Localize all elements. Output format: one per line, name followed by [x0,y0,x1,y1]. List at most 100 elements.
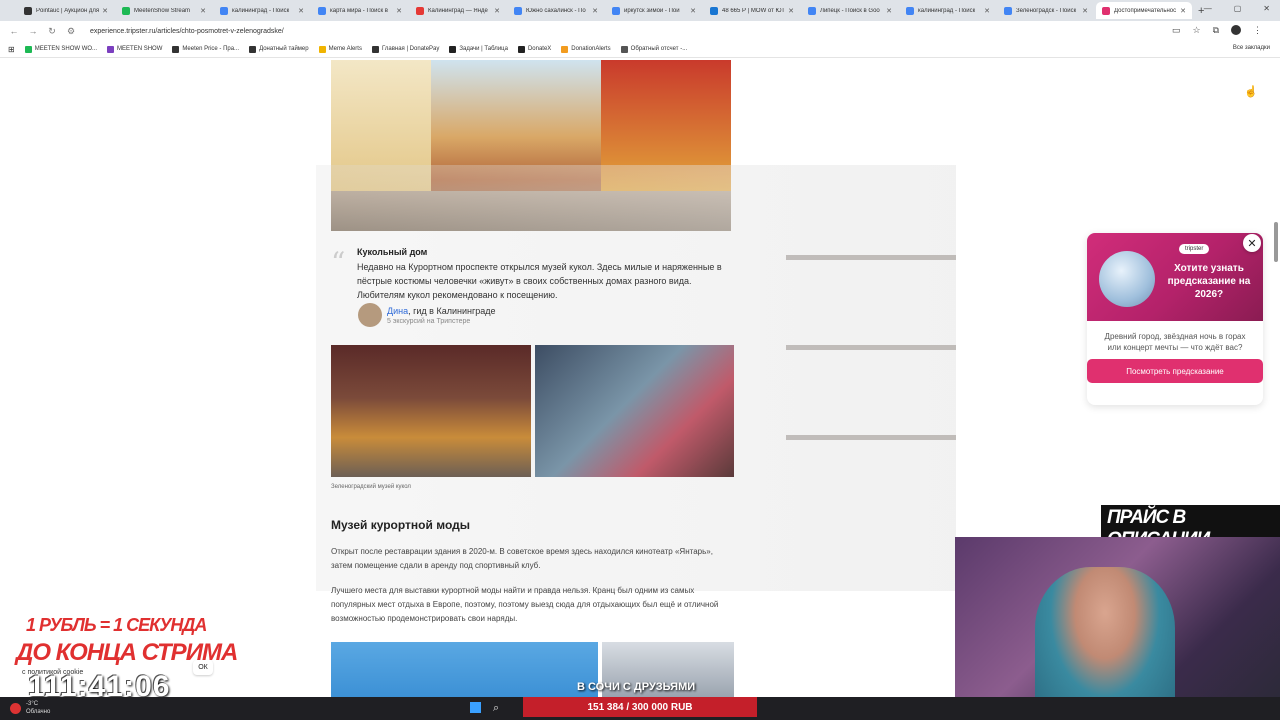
url-field[interactable]: experience.tripster.ru/articles/chto-pos… [90,28,284,35]
weather-widget[interactable]: -3°C Облачно [10,700,50,716]
windows-start-icon[interactable] [470,702,481,713]
bookmark-label: DonateX [527,46,552,52]
tab-close-icon[interactable]: ✕ [886,7,892,15]
bookmark-item[interactable]: Обратный отсчет -... [620,45,687,53]
tab-label: MeetenShow Stream [134,7,191,14]
back-icon[interactable]: ← [9,26,19,36]
weather-desc: Облачно [26,709,51,715]
browser-tab[interactable]: Достопримечательнос ✕ [1096,2,1192,19]
promo-title: Хотите узнать предсказание на 2026? [1167,263,1251,300]
close-window-icon[interactable]: ✕ [1263,4,1270,13]
browser-tab[interactable]: Калининград — Янде ✕ [410,2,506,19]
guide-avatar[interactable] [358,303,382,327]
browser-tab[interactable]: 48 665 Р | MOW от ЮТ ✕ [704,2,800,19]
tab-close-icon[interactable]: ✕ [396,7,402,15]
tab-close-icon[interactable]: ✕ [592,7,598,15]
tripster-logo: tripster [1179,244,1210,254]
maximize-icon[interactable]: ▢ [1234,4,1242,13]
forward-icon[interactable]: → [28,26,38,36]
tab-close-icon[interactable]: ✕ [102,7,108,15]
bookmark-item[interactable]: DonateX [517,45,552,53]
weather-icon [10,702,21,714]
browser-tab[interactable]: калининград - Поиск ✕ [900,2,996,19]
tab-favicon-icon [906,6,914,15]
tab-close-icon[interactable]: ✕ [1082,7,1088,15]
minimize-icon[interactable]: — [1204,4,1212,13]
tab-label: Южно сахалинск - По [526,7,586,14]
tab-label: Pointauc | Аукцион для [36,7,100,14]
search-icon[interactable]: ⌕ [493,702,499,715]
paragraph: Лучшего места для выставки курортной мод… [331,586,719,623]
bookmark-item[interactable]: MEETEN SHOW WO... [24,45,97,53]
tab-bar: Pointauc | Аукцион для ✕ MeetenShow Stream… [0,0,1280,21]
tab-close-icon[interactable]: ✕ [690,7,696,15]
bookmark-label: MEETEN SHOW [117,46,163,52]
apps-icon[interactable]: ⊞ [8,45,15,54]
bookmark-item[interactable]: Главная | DonatePay [371,45,440,53]
bookmark-item[interactable]: DonationAlerts [561,45,611,53]
snow-globe-icon [1099,251,1155,307]
tab-favicon-icon [710,6,718,15]
menu-icon[interactable]: ⋮ [1253,25,1262,36]
timer-rate-text: 1 РУБЛЬ = 1 СЕКУНДА [26,615,207,635]
view-prediction-button[interactable]: Посмотреть предсказание [1087,359,1263,383]
bookmark-item[interactable]: Задачи | Таблица [449,45,508,53]
tab-favicon-icon [318,6,326,15]
site-info-icon[interactable]: ⚙ [66,26,76,37]
tab-close-icon[interactable]: ✕ [298,7,304,15]
guide-info: Дина, гид в Калининграде [387,306,496,316]
browser-tab[interactable]: Липецк - Поиск в Goo ✕ [802,2,898,19]
quote-mark-icon: “ [331,246,346,279]
street [331,191,731,231]
bookmark-favicon-icon [620,45,628,53]
browser-tab[interactable]: Зеленоградск - Поиск ✕ [998,2,1094,19]
tab-favicon-icon [24,6,32,15]
profile-avatar[interactable] [1231,25,1241,35]
guide-name-link[interactable]: Дина [387,306,408,316]
tab-label: иркутск зимой - Пои [624,7,680,14]
tab-close-icon[interactable]: ✕ [494,7,500,15]
tab-favicon-icon [808,6,816,15]
bookmark-favicon-icon [561,45,569,53]
browser-tab[interactable]: Pointauc | Аукцион для ✕ [18,2,114,19]
quote-title: Кукольный дом [357,247,428,257]
dolls-photo[interactable] [535,345,734,477]
bookmark-item[interactable]: Донатный таймер [249,45,309,53]
museum-interior-photo[interactable] [331,345,531,477]
tab-close-icon[interactable]: ✕ [1180,7,1186,15]
browser-tab[interactable]: калининград - Поиск ✕ [214,2,310,19]
star-icon[interactable]: ☆ [1192,25,1200,36]
bookmark-favicon-icon [449,45,457,53]
bookmark-item[interactable]: Meme Alerts [318,45,362,53]
shelf [786,255,956,260]
promo-widget: tripster Хотите узнать предсказание на 2… [1087,233,1263,405]
scrollbar-thumb[interactable] [1274,222,1278,262]
tab-label: Достопримечательнос [1114,7,1177,14]
bookmark-label: Meme Alerts [328,46,362,52]
close-icon[interactable]: ✕ [1243,234,1261,252]
bookmark-label: Задачи | Таблица [459,46,508,52]
tab-close-icon[interactable]: ✕ [984,7,990,15]
taskbar-icons: ⌕ [470,702,499,715]
extensions-icon[interactable]: ⧉ [1213,25,1219,36]
cookie-ok-button[interactable]: ОК [193,660,213,675]
browser-tab[interactable]: карта мира - Поиск в ✕ [312,2,408,19]
bookmark-favicon-icon [371,45,379,53]
bookmark-label: DonationAlerts [571,46,611,52]
browser-tab[interactable]: Южно сахалинск - По ✕ [508,2,604,19]
bookmark-label: Главная | DonatePay [381,46,440,52]
tab-favicon-icon [122,6,130,15]
building-right [601,60,731,210]
tab-close-icon[interactable]: ✕ [788,7,794,15]
browser-tab[interactable]: иркутск зимой - Пои ✕ [606,2,702,19]
bookmark-item[interactable]: Meeten Price - Пра... [172,45,239,53]
tab-close-icon[interactable]: ✕ [200,7,206,15]
bookmark-item[interactable]: MEETEN SHOW [107,45,163,53]
cast-icon[interactable]: ▭ [1172,25,1181,36]
all-bookmarks-link[interactable]: Все закладки [1233,45,1270,51]
paragraph: Открыт после реставрации здания в 2020-м… [331,547,713,570]
shelf [786,345,956,350]
window-controls: — ▢ ✕ [1204,4,1270,13]
browser-tab[interactable]: MeetenShow Stream ✕ [116,2,212,19]
reload-icon[interactable]: ↻ [47,26,57,37]
